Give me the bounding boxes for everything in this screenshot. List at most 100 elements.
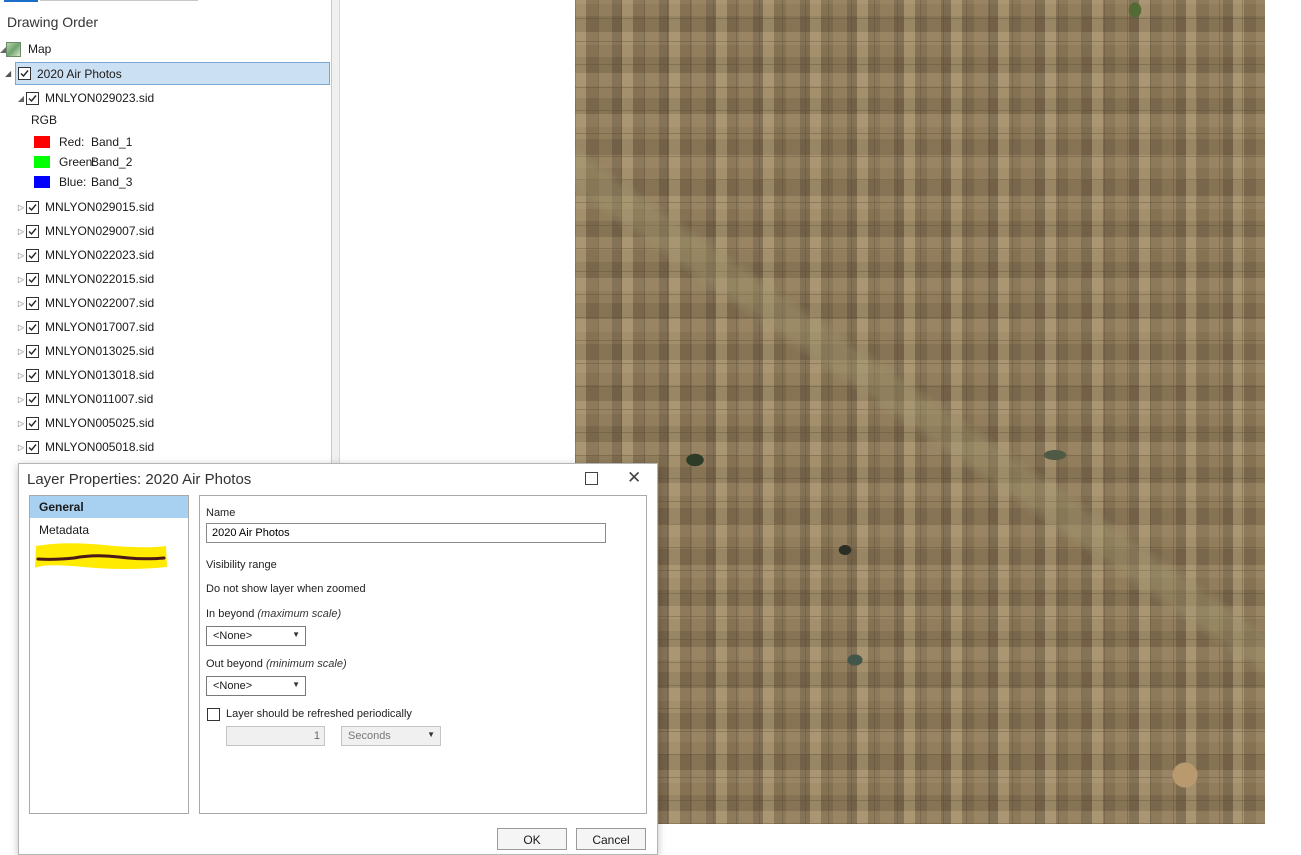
check-icon	[20, 70, 29, 78]
refresh-checkbox[interactable]	[207, 708, 220, 721]
raster-row[interactable]: ▷ MNLYON029015.sid	[16, 196, 154, 218]
band-label: Blue:	[59, 175, 87, 189]
band-legend-row: Red: Band_1	[34, 131, 132, 153]
raster-row[interactable]: ▷ MNLYON005025.sid	[16, 412, 154, 434]
in-beyond-select[interactable]: <None> ▼	[206, 626, 306, 646]
chevron-down-icon: ▼	[292, 630, 300, 639]
check-icon	[28, 395, 37, 403]
raster-row[interactable]: ▷ MNLYON022007.sid	[16, 292, 154, 314]
collapse-raster-icon[interactable]: ◢	[16, 94, 26, 103]
check-icon	[28, 347, 37, 355]
maximize-icon[interactable]	[585, 472, 598, 485]
close-icon[interactable]: ✕	[627, 469, 641, 486]
general-properties-panel: Name Visibility range Do not show layer …	[199, 495, 647, 814]
layer-row-2020-air-photos[interactable]: ◢ 2020 Air Photos	[5, 62, 330, 85]
raster-row[interactable]: ▷ MNLYON017007.sid	[16, 316, 154, 338]
ok-button[interactable]: OK	[497, 828, 567, 850]
map-row[interactable]: ◢ Map	[0, 38, 51, 60]
out-beyond-value: <None>	[213, 680, 253, 692]
expand-icon[interactable]: ▷	[16, 203, 26, 212]
band-label: Red:	[59, 135, 85, 149]
nav-item-metadata[interactable]: Metadata	[39, 523, 89, 537]
band-label: Green:	[59, 155, 96, 169]
raster-label: MNLYON005025.sid	[45, 416, 155, 430]
raster-row[interactable]: ▷ MNLYON005018.sid	[16, 436, 154, 458]
expand-icon[interactable]: ▷	[16, 395, 26, 404]
check-icon	[28, 94, 37, 102]
raster-visibility-checkbox[interactable]	[26, 344, 39, 358]
raster-label: MNLYON029015.sid	[45, 200, 155, 214]
drawing-order-heading: Drawing Order	[7, 14, 99, 30]
raster-label: MNLYON011007.sid	[45, 392, 154, 406]
raster-visibility-checkbox[interactable]	[26, 296, 39, 310]
expand-icon[interactable]: ▷	[16, 323, 26, 332]
expand-icon[interactable]: ▷	[16, 251, 26, 260]
layer-label: 2020 Air Photos	[37, 66, 122, 81]
expand-icon[interactable]: ▷	[16, 227, 26, 236]
tab-underline	[40, 0, 198, 1]
band-value: Band_2	[91, 155, 133, 169]
band-legend-row: Blue: Band_3	[34, 171, 132, 193]
band-color-swatch[interactable]	[34, 156, 50, 168]
expand-icon[interactable]: ▷	[16, 299, 26, 308]
chevron-down-icon: ▼	[292, 680, 300, 689]
raster-row[interactable]: ▷ MNLYON022023.sid	[16, 244, 154, 266]
raster-label: MNLYON017007.sid	[45, 320, 155, 334]
raster-row[interactable]: ▷ MNLYON011007.sid	[16, 388, 153, 410]
map-imagery[interactable]	[575, 0, 1265, 824]
raster-label: MNLYON013018.sid	[45, 368, 155, 382]
list-by-drawing-order-tab[interactable]	[4, 0, 38, 2]
raster-label: MNLYON022023.sid	[45, 248, 155, 262]
pane-tabstrip	[0, 0, 200, 2]
raster-visibility-checkbox[interactable]	[26, 200, 39, 214]
name-label: Name	[206, 507, 236, 519]
raster-row[interactable]: ▷ MNLYON013018.sid	[16, 364, 154, 386]
chevron-down-icon: ▼	[427, 730, 435, 739]
band-color-swatch[interactable]	[34, 136, 50, 148]
raster-visibility-checkbox[interactable]	[26, 368, 39, 382]
rgb-heading: RGB	[31, 109, 57, 131]
expand-icon[interactable]: ▷	[16, 371, 26, 380]
refresh-unit-select[interactable]: Seconds ▼	[341, 726, 441, 746]
raster-label: MNLYON013025.sid	[45, 344, 155, 358]
raster-visibility-checkbox[interactable]	[26, 320, 39, 334]
refresh-label: Layer should be refreshed periodically	[226, 708, 412, 720]
raster-row-expanded[interactable]: ◢ MNLYON029023.sid	[16, 87, 154, 109]
band-color-swatch[interactable]	[34, 176, 50, 188]
rgb-label: RGB	[31, 113, 58, 127]
out-beyond-select[interactable]: <None> ▼	[206, 676, 306, 696]
raster-row[interactable]: ▷ MNLYON013025.sid	[16, 340, 154, 362]
check-icon	[28, 275, 37, 283]
do-not-show-label: Do not show layer when zoomed	[206, 583, 366, 595]
layer-visibility-checkbox[interactable]	[18, 67, 31, 80]
refresh-interval-field[interactable]: 1	[226, 726, 325, 746]
check-icon	[28, 419, 37, 427]
refresh-unit-value: Seconds	[348, 730, 391, 742]
raster-row[interactable]: ▷ MNLYON029007.sid	[16, 220, 154, 242]
in-beyond-label: In beyond (maximum scale)	[206, 608, 341, 620]
raster-row[interactable]: ▷ MNLYON022015.sid	[16, 268, 154, 290]
raster-visibility-checkbox[interactable]	[26, 440, 39, 454]
raster-visibility-checkbox[interactable]	[26, 248, 39, 262]
raster-visibility-checkbox[interactable]	[26, 416, 39, 430]
expand-icon[interactable]: ▷	[16, 275, 26, 284]
expand-icon[interactable]: ▷	[16, 443, 26, 452]
collapse-layer-icon[interactable]: ◢	[5, 69, 11, 78]
raster-label: MNLYON029023.sid	[45, 91, 155, 105]
raster-visibility-checkbox[interactable]	[26, 91, 39, 105]
raster-visibility-checkbox[interactable]	[26, 392, 39, 406]
name-field[interactable]	[206, 523, 606, 543]
expand-icon[interactable]: ▷	[16, 347, 26, 356]
check-icon	[28, 323, 37, 331]
check-icon	[28, 251, 37, 259]
nav-item-general[interactable]: General	[30, 496, 188, 518]
map-label: Map	[28, 42, 52, 56]
properties-nav-list: General Metadata	[29, 495, 189, 814]
raster-visibility-checkbox[interactable]	[26, 272, 39, 286]
visibility-range-label: Visibility range	[206, 559, 277, 571]
expand-icon[interactable]: ▷	[16, 419, 26, 428]
out-beyond-label: Out beyond (minimum scale)	[206, 658, 347, 670]
cancel-button[interactable]: Cancel	[576, 828, 646, 850]
raster-visibility-checkbox[interactable]	[26, 224, 39, 238]
raster-label: MNLYON022015.sid	[45, 272, 155, 286]
